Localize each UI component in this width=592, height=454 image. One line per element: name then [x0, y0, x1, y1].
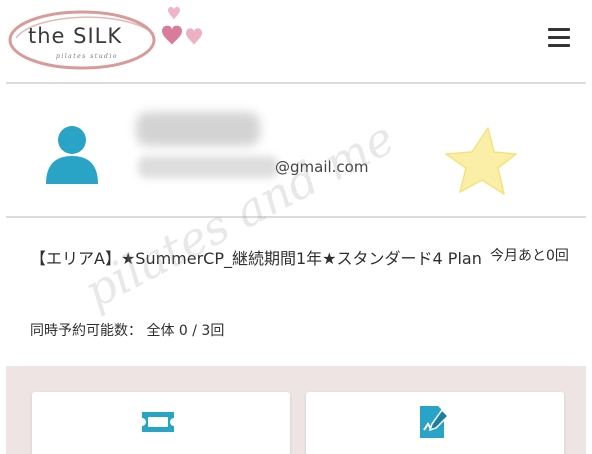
- silk-logo[interactable]: the SILK pilates studio: [6, 8, 158, 72]
- edit-document-icon: [420, 406, 450, 438]
- logo-wordmark: the SILK: [28, 24, 123, 48]
- quota-value: 全体 0 / 3回: [146, 323, 225, 339]
- menu-line: [548, 44, 570, 47]
- plan-section: 【エリアA】★SummerCP_継続期間1年★スタンダード4 Plan 今月あと…: [0, 216, 592, 366]
- star-icon: [445, 127, 517, 195]
- user-email: @gmail.com: [275, 158, 369, 176]
- menu-line: [548, 28, 570, 31]
- user-avatar-icon: [46, 126, 98, 184]
- app-header: the SILK pilates studio: [0, 0, 592, 80]
- hamburger-menu-icon[interactable]: [546, 28, 572, 52]
- header-divider: [6, 82, 586, 84]
- logo-subtitle: pilates studio: [56, 53, 118, 60]
- reservation-quota: 同時予約可能数： 全体 0 / 3回: [30, 320, 224, 340]
- plan-title: 【エリアA】★SummerCP_継続期間1年★スタンダード4 Plan: [30, 249, 482, 268]
- menu-cards-area: [6, 366, 586, 454]
- email-local-part-blurred: [138, 156, 278, 178]
- ticket-icon: [142, 412, 174, 432]
- menu-line: [548, 36, 570, 39]
- quota-label: 同時予約可能数：: [30, 323, 142, 339]
- profile-section: @gmail.com: [0, 88, 592, 216]
- user-name-blurred: [136, 112, 260, 146]
- edit-document-card[interactable]: [306, 392, 564, 454]
- ticket-card[interactable]: [32, 392, 290, 454]
- hearts-icon: [162, 7, 202, 45]
- plan-remaining-count: 今月あと0回: [490, 248, 569, 264]
